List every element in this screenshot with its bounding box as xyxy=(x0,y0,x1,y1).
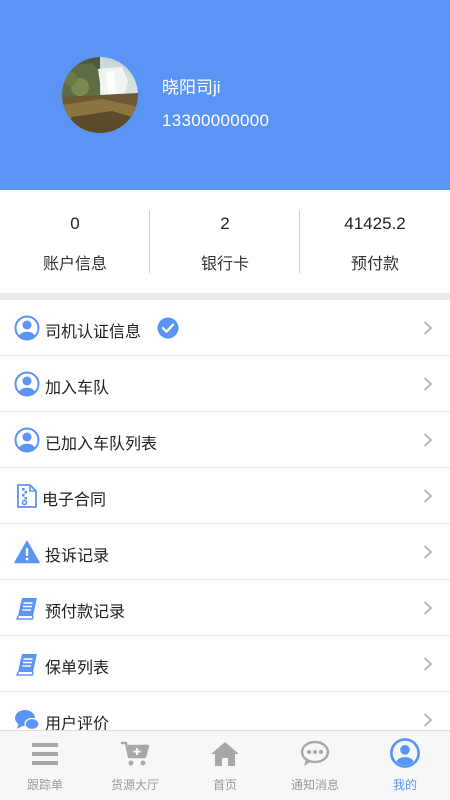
user-circle-icon xyxy=(14,427,40,453)
menu-item-label: 加入车队 xyxy=(45,380,110,397)
tab-cargo-hall[interactable]: 货源大厅 xyxy=(90,731,180,800)
stat-label: 银行卡 xyxy=(200,256,249,273)
menu-item-join-fleet[interactable]: 加入车队 xyxy=(0,356,450,412)
book-icon xyxy=(16,654,37,676)
user-circle-icon xyxy=(14,315,40,341)
user-name: 晓阳司ji xyxy=(162,78,221,97)
section-gap xyxy=(0,293,450,300)
home-icon xyxy=(211,742,239,766)
verified-check-icon xyxy=(157,317,179,339)
menu-item-label: 预付款记录 xyxy=(45,604,126,621)
tab-tracking[interactable]: 跟踪单 xyxy=(0,731,90,800)
list-icon xyxy=(32,743,58,765)
menu-item-prepayment-records[interactable]: 预付款记录 xyxy=(0,580,450,636)
menu-item-policy-list[interactable]: 保单列表 xyxy=(0,636,450,692)
cart-plus-icon xyxy=(121,741,150,766)
stat-prepayment[interactable]: 41425.2 预付款 xyxy=(300,190,450,293)
avatar[interactable] xyxy=(62,57,138,133)
user-avatar-icon xyxy=(390,738,420,768)
stat-value: 2 xyxy=(220,214,230,233)
tab-home[interactable]: 首页 xyxy=(180,731,270,800)
menu-item-e-contract[interactable]: 电子合同 xyxy=(0,468,450,524)
stat-value: 0 xyxy=(70,214,80,233)
user-phone: 13300000000 xyxy=(162,111,270,130)
chevron-right-icon xyxy=(424,377,432,391)
chevron-right-icon xyxy=(424,657,432,671)
tab-notifications[interactable]: 通知消息 xyxy=(270,731,360,800)
tab-label: 我的 xyxy=(392,778,417,792)
menu-item-label: 已加入车队列表 xyxy=(45,436,158,453)
stat-value: 41425.2 xyxy=(344,214,406,233)
avatar-image xyxy=(62,57,138,133)
stat-label: 账户信息 xyxy=(42,256,107,273)
bottom-tab-bar: 跟踪单 货源大厅 首页 通知消息 我的 xyxy=(0,730,450,800)
chevron-right-icon xyxy=(424,713,432,727)
menu-list: 司机认证信息 加入车队 已加入车队列表 电子合同 投诉记录 预付款记录 保单列表… xyxy=(0,300,450,748)
menu-item-label: 司机认证信息 xyxy=(45,324,142,341)
divider xyxy=(149,210,150,273)
chevron-right-icon xyxy=(424,433,432,447)
menu-item-label: 保单列表 xyxy=(45,660,110,677)
stat-label: 预付款 xyxy=(350,256,399,273)
tab-mine[interactable]: 我的 xyxy=(360,731,450,800)
stat-account-info[interactable]: 0 账户信息 xyxy=(0,190,150,293)
tab-label: 通知消息 xyxy=(290,778,339,792)
menu-item-complaint-records[interactable]: 投诉记录 xyxy=(0,524,450,580)
profile-header: 晓阳司ji 13300000000 xyxy=(0,0,450,190)
warning-icon xyxy=(14,540,40,564)
chevron-right-icon xyxy=(424,321,432,335)
tab-label: 跟踪单 xyxy=(26,778,63,792)
contract-file-icon xyxy=(17,484,37,508)
menu-item-joined-fleet-list[interactable]: 已加入车队列表 xyxy=(0,412,450,468)
chevron-right-icon xyxy=(424,601,432,615)
tab-label: 首页 xyxy=(212,778,237,792)
menu-item-label: 投诉记录 xyxy=(45,548,110,565)
stat-bank-card[interactable]: 2 银行卡 xyxy=(150,190,300,293)
book-icon xyxy=(16,598,37,620)
menu-item-label: 电子合同 xyxy=(42,492,107,509)
divider xyxy=(299,210,300,273)
chevron-right-icon xyxy=(424,545,432,559)
account-stats: 0 账户信息 2 银行卡 41425.2 预付款 xyxy=(0,190,450,293)
menu-item-driver-certification[interactable]: 司机认证信息 xyxy=(0,300,450,356)
user-circle-icon xyxy=(14,371,40,397)
message-icon xyxy=(300,740,330,766)
tab-label: 货源大厅 xyxy=(110,778,159,792)
chevron-right-icon xyxy=(424,489,432,503)
